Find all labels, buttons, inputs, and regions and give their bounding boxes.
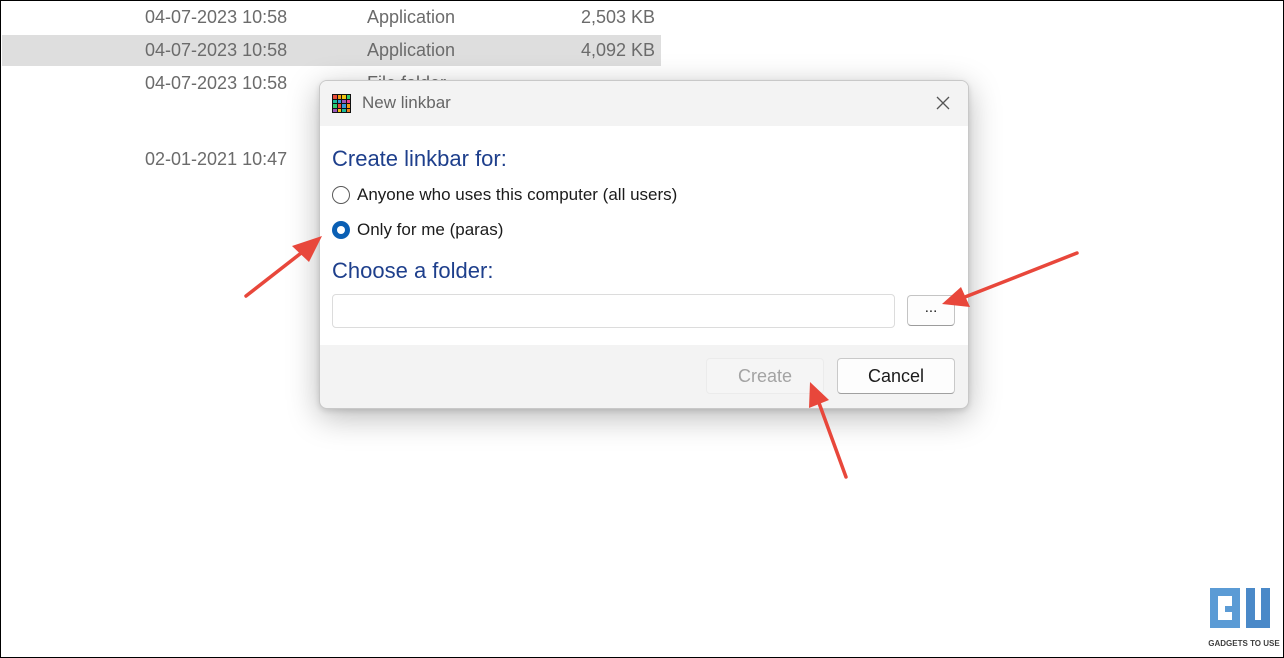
dialog-body: Create linkbar for: Anyone who uses this… [320,126,968,345]
watermark-text: GADGETS TO USE [1208,639,1280,648]
radio-all-users[interactable]: Anyone who uses this computer (all users… [332,184,677,206]
folder-path-input[interactable] [332,294,895,328]
file-date: 04-07-2023 10:58 [145,7,288,27]
choose-folder-heading: Choose a folder: [332,258,494,283]
create-button[interactable]: Create [706,358,824,394]
arrow-to-radio-icon [244,236,322,298]
gadgets-to-use-logo: GADGETS TO USE [1208,588,1280,648]
file-type: Application [367,7,456,27]
file-row[interactable]: 04-07-2023 10:58 Application 2,503 KB [2,2,661,33]
file-type: Application [367,40,456,60]
file-date: 02-01-2021 10:47 [145,149,288,169]
file-date: 04-07-2023 10:58 [145,40,288,60]
dialog-titlebar[interactable]: New linkbar [320,81,968,126]
browse-button[interactable]: ... [907,295,955,326]
file-size: 4,092 KB [580,40,655,60]
radio-button-unchecked[interactable] [332,186,350,204]
file-size: 2,503 KB [580,7,655,27]
linkbar-app-icon [332,94,351,113]
new-linkbar-dialog: New linkbar Create linkbar for: Anyone w… [319,80,969,409]
radio-label-all-users: Anyone who uses this computer (all users… [357,185,678,204]
cancel-button[interactable]: Cancel [837,358,955,394]
file-row-selected[interactable]: 04-07-2023 10:58 Application 4,092 KB [2,35,661,66]
radio-label-only-me: Only for me (paras) [357,220,504,239]
dialog-title: New linkbar [362,93,451,112]
radio-only-me[interactable]: Only for me (paras) [332,219,503,241]
close-button[interactable] [926,87,960,119]
file-date: 04-07-2023 10:58 [145,73,288,93]
create-for-heading: Create linkbar for: [332,146,507,171]
radio-button-checked[interactable] [332,221,350,239]
close-icon [936,96,950,110]
